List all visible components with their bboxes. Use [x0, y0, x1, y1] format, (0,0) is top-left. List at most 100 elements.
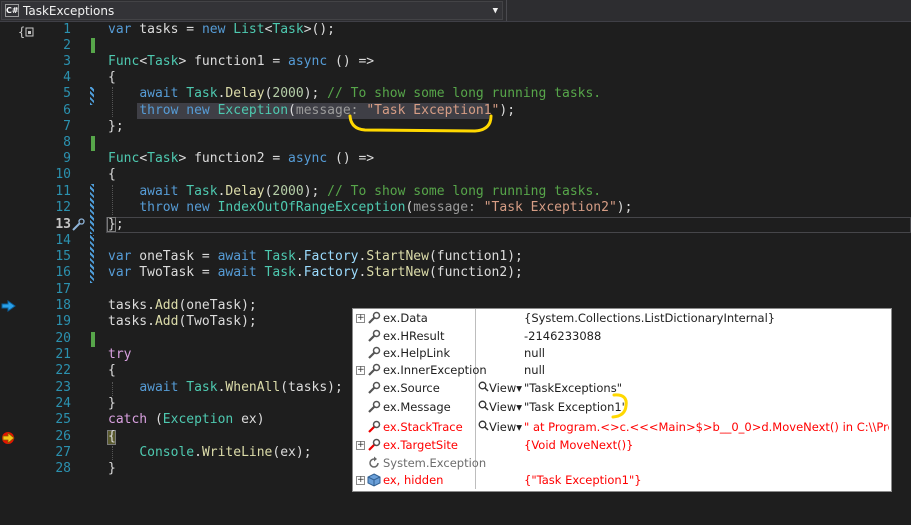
datatip-row[interactable]: + ex.TargetSite {Void MoveNext()}	[353, 437, 889, 454]
refresh-icon	[369, 456, 379, 468]
line-number: 19	[55, 314, 71, 329]
line-number: 9	[63, 151, 71, 166]
datatip-name: ex.Source	[383, 381, 440, 395]
datatip-row[interactable]: ex.HelpLink null	[353, 345, 889, 362]
wrench-icon	[368, 311, 381, 324]
line-number: 20	[55, 331, 71, 346]
code-line-4: {	[108, 70, 116, 85]
view-visualizer-button[interactable]: View▾	[478, 399, 522, 416]
file-dropdown[interactable]: C# TaskExceptions ▼	[1, 1, 503, 20]
datatip-row[interactable]: ex.HResult -2146233088	[353, 328, 889, 345]
line-number: 26	[55, 429, 71, 444]
current-line-box	[106, 217, 911, 233]
code-line-18: tasks.Add(oneTask);	[108, 298, 257, 313]
line-number-current: 13	[55, 217, 71, 232]
expand-plus-icon[interactable]: +	[356, 476, 365, 485]
expand-plus-icon[interactable]: +	[356, 314, 365, 323]
code-line-16: var TwoTask = await Task.Factory.StartNe…	[108, 265, 523, 280]
line-number: 21	[55, 347, 71, 362]
change-marker-edited	[90, 87, 94, 105]
line-number: 24	[55, 396, 71, 411]
line-number: 22	[55, 363, 71, 378]
datatip-row[interactable]: System.Exception	[353, 455, 889, 472]
view-visualizer-button[interactable]: View▾	[478, 419, 522, 436]
datatip-value: {"Task Exception1"}	[524, 473, 642, 487]
view-visualizer-button[interactable]: View▾	[478, 380, 522, 397]
change-marker-edited	[90, 184, 94, 234]
line-number: 14	[55, 233, 71, 248]
datatip-value: null	[524, 363, 545, 377]
line-number: 6	[63, 103, 71, 118]
line-number: 17	[55, 282, 71, 297]
code-line-3: Func<Task> function1 = async () =>	[108, 54, 375, 69]
datatip-value: -2146233088	[524, 329, 602, 343]
code-line-5: await Task.Delay(2000); // To show some …	[139, 86, 602, 101]
line-number: 5	[63, 86, 71, 101]
navigation-bar: C# TaskExceptions ▼	[0, 0, 911, 22]
magnifier-icon	[478, 381, 489, 392]
change-marker-saved	[91, 38, 95, 53]
code-line-11: await Task.Delay(2000); // To show some …	[139, 184, 602, 199]
line-number: 11	[55, 184, 71, 199]
code-line-22: {	[108, 363, 116, 378]
csharp-file-icon: C#	[5, 4, 19, 17]
line-number: 10	[55, 167, 71, 182]
datatip-row[interactable]: + ex, hidden {"Task Exception1"}	[353, 472, 889, 489]
chevron-down-icon[interactable]: ▼	[493, 3, 498, 19]
code-line-19: tasks.Add(TwoTask);	[108, 314, 257, 329]
divider	[506, 0, 507, 21]
datatip-value: {Void MoveNext()}	[524, 438, 634, 452]
line-number: 1	[63, 22, 71, 37]
code-line-28: }	[108, 461, 116, 476]
change-marker-edited	[90, 235, 94, 283]
change-marker-saved	[91, 136, 95, 151]
line-number: 2	[63, 38, 71, 53]
annotation-underline	[348, 114, 493, 133]
datatip-name: ex, hidden	[383, 473, 444, 487]
code-line-25: catch (Exception ex)	[108, 412, 265, 427]
magnifier-icon	[478, 420, 489, 431]
datatip-name: System.Exception	[383, 456, 487, 470]
line-number: 8	[63, 135, 71, 150]
expand-plus-icon[interactable]: +	[356, 441, 365, 450]
datatip-name: ex.StackTrace	[383, 420, 463, 434]
line-number: 12	[55, 200, 71, 215]
wrench-icon	[368, 420, 381, 433]
wrench-icon	[368, 363, 381, 376]
line-number: 4	[63, 70, 71, 85]
annotation-bracket	[611, 393, 628, 419]
datatip-row[interactable]: + ex.InnerException null	[353, 362, 889, 379]
code-line-26: {	[108, 429, 116, 444]
line-number: 27	[55, 445, 71, 460]
code-line-21: try	[108, 347, 132, 362]
wrench-icon	[368, 438, 381, 451]
code-line-27: Console.WriteLine(ex);	[139, 445, 312, 460]
line-number-margin: 1 2 3 4 5 6 7 8 9 10 11 12 13 14 15 16 1…	[0, 22, 100, 525]
datatip-row[interactable]: + ex.Data {System.Collections.ListDictio…	[353, 310, 889, 327]
code-line-7: };	[108, 119, 124, 134]
magnifier-icon	[478, 400, 489, 411]
code-line-15: var oneTask = await Task.Factory.StartNe…	[108, 249, 523, 264]
datatip-value: null	[524, 346, 545, 360]
datatip-value: " at Program.<>c.<<<Main>$>b__0_0>d.Move…	[524, 420, 889, 434]
code-line-23: await Task.WhenAll(tasks);	[139, 380, 343, 395]
datatip-name: ex.Data	[383, 311, 428, 325]
change-marker-saved	[91, 332, 95, 347]
line-number: 18	[55, 298, 71, 313]
line-number: 7	[63, 119, 71, 134]
code-line-12: throw new IndexOutOfRangeException(messa…	[139, 200, 633, 215]
file-name: TaskExceptions	[23, 4, 115, 18]
code-line-10: {	[108, 167, 116, 182]
datatip-name: ex.HResult	[383, 329, 445, 343]
wrench-icon	[368, 346, 381, 359]
line-number: 23	[55, 380, 71, 395]
object-cube-icon	[367, 473, 381, 487]
datatip-name: ex.InnerException	[383, 363, 487, 377]
wrench-icon	[368, 400, 381, 413]
wrench-icon	[368, 329, 381, 342]
expand-plus-icon[interactable]: +	[356, 366, 365, 375]
line-number: 16	[55, 265, 71, 280]
line-number: 3	[63, 54, 71, 69]
datatip-value: {System.Collections.ListDictionaryIntern…	[524, 311, 776, 325]
wrench-icon	[368, 381, 381, 394]
